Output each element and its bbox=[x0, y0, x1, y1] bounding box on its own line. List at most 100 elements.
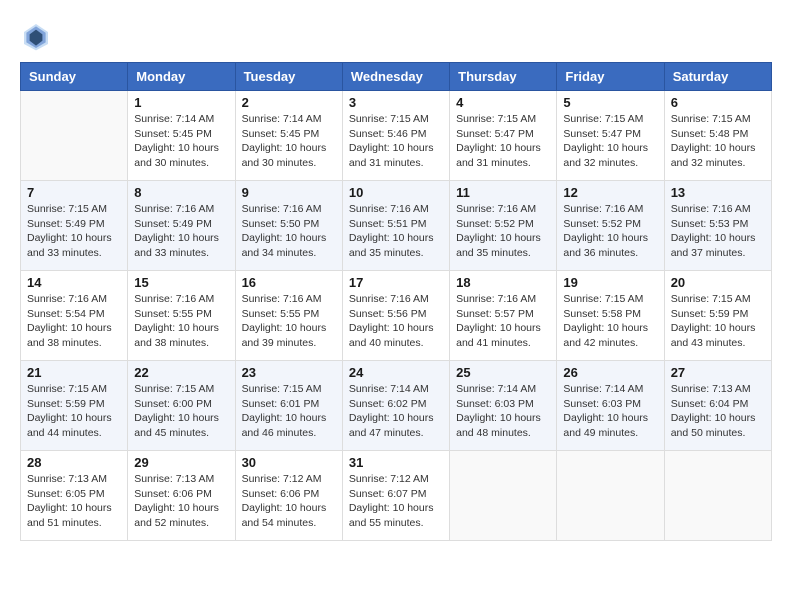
weekday-header-friday: Friday bbox=[557, 63, 664, 91]
day-number: 31 bbox=[349, 455, 443, 470]
week-row-5: 28 Sunrise: 7:13 AMSunset: 6:05 PMDayligh… bbox=[21, 451, 772, 541]
calendar-cell: 4Sunrise: 7:15 AMSunset: 5:47 PMDaylight… bbox=[450, 91, 557, 181]
weekday-header-monday: Monday bbox=[128, 63, 235, 91]
day-number: 8 bbox=[134, 185, 228, 200]
weekday-header-saturday: Saturday bbox=[664, 63, 771, 91]
day-number: 14 bbox=[27, 275, 121, 290]
calendar-cell: 19 Sunrise: 7:15 AMSunset: 5:58 PMDayligh… bbox=[557, 271, 664, 361]
weekday-header-thursday: Thursday bbox=[450, 63, 557, 91]
calendar-cell: 20 Sunrise: 7:15 AMSunset: 5:59 PMDayligh… bbox=[664, 271, 771, 361]
logo bbox=[20, 20, 56, 52]
day-number: 20 bbox=[671, 275, 765, 290]
day-info: Sunrise: 7:15 AMSunset: 5:47 PMDaylight:… bbox=[563, 112, 657, 171]
calendar-cell: 28 Sunrise: 7:13 AMSunset: 6:05 PMDayligh… bbox=[21, 451, 128, 541]
day-number: 23 bbox=[242, 365, 336, 380]
day-number: 4 bbox=[456, 95, 550, 110]
calendar-cell: 25 Sunrise: 7:14 AMSunset: 6:03 PMDayligh… bbox=[450, 361, 557, 451]
day-info: Sunrise: 7:12 AMSunset: 6:07 PMDaylight:… bbox=[349, 472, 443, 531]
week-row-4: 21 Sunrise: 7:15 AMSunset: 5:59 PMDayligh… bbox=[21, 361, 772, 451]
day-info: Sunrise: 7:16 AMSunset: 5:57 PMDaylight:… bbox=[456, 292, 550, 351]
calendar-cell: 26 Sunrise: 7:14 AMSunset: 6:03 PMDayligh… bbox=[557, 361, 664, 451]
weekday-header-tuesday: Tuesday bbox=[235, 63, 342, 91]
day-number: 27 bbox=[671, 365, 765, 380]
day-info: Sunrise: 7:16 AMSunset: 5:53 PMDaylight:… bbox=[671, 202, 765, 261]
day-info: Sunrise: 7:13 AMSunset: 6:06 PMDaylight:… bbox=[134, 472, 228, 531]
day-info: Sunrise: 7:16 AMSunset: 5:54 PMDaylight:… bbox=[27, 292, 121, 351]
calendar-cell: 22 Sunrise: 7:15 AMSunset: 6:00 PMDayligh… bbox=[128, 361, 235, 451]
calendar-cell: 3Sunrise: 7:15 AMSunset: 5:46 PMDaylight… bbox=[342, 91, 449, 181]
day-number: 18 bbox=[456, 275, 550, 290]
day-number: 9 bbox=[242, 185, 336, 200]
day-number: 6 bbox=[671, 95, 765, 110]
day-number: 16 bbox=[242, 275, 336, 290]
logo-icon bbox=[20, 20, 52, 52]
day-info: Sunrise: 7:16 AMSunset: 5:55 PMDaylight:… bbox=[134, 292, 228, 351]
day-info: Sunrise: 7:15 AMSunset: 5:59 PMDaylight:… bbox=[671, 292, 765, 351]
day-number: 28 bbox=[27, 455, 121, 470]
calendar-cell: 18 Sunrise: 7:16 AMSunset: 5:57 PMDayligh… bbox=[450, 271, 557, 361]
day-number: 12 bbox=[563, 185, 657, 200]
day-info: Sunrise: 7:13 AMSunset: 6:04 PMDaylight:… bbox=[671, 382, 765, 441]
day-info: Sunrise: 7:16 AMSunset: 5:49 PMDaylight:… bbox=[134, 202, 228, 261]
day-number: 19 bbox=[563, 275, 657, 290]
day-info: Sunrise: 7:15 AMSunset: 6:00 PMDaylight:… bbox=[134, 382, 228, 441]
day-number: 25 bbox=[456, 365, 550, 380]
calendar-cell bbox=[21, 91, 128, 181]
calendar-cell: 8 Sunrise: 7:16 AMSunset: 5:49 PMDaylight… bbox=[128, 181, 235, 271]
day-info: Sunrise: 7:14 AMSunset: 6:03 PMDaylight:… bbox=[456, 382, 550, 441]
calendar-cell: 12 Sunrise: 7:16 AMSunset: 5:52 PMDayligh… bbox=[557, 181, 664, 271]
calendar-cell: 6 Sunrise: 7:15 AMSunset: 5:48 PMDaylight… bbox=[664, 91, 771, 181]
day-number: 17 bbox=[349, 275, 443, 290]
day-info: Sunrise: 7:14 AMSunset: 6:03 PMDaylight:… bbox=[563, 382, 657, 441]
day-number: 10 bbox=[349, 185, 443, 200]
day-info: Sunrise: 7:15 AMSunset: 5:49 PMDaylight:… bbox=[27, 202, 121, 261]
day-number: 11 bbox=[456, 185, 550, 200]
calendar-cell: 10 Sunrise: 7:16 AMSunset: 5:51 PMDayligh… bbox=[342, 181, 449, 271]
day-number: 21 bbox=[27, 365, 121, 380]
calendar-cell: 9 Sunrise: 7:16 AMSunset: 5:50 PMDaylight… bbox=[235, 181, 342, 271]
calendar-cell: 11 Sunrise: 7:16 AMSunset: 5:52 PMDayligh… bbox=[450, 181, 557, 271]
calendar-cell: 31 Sunrise: 7:12 AMSunset: 6:07 PMDayligh… bbox=[342, 451, 449, 541]
calendar-cell: 13 Sunrise: 7:16 AMSunset: 5:53 PMDayligh… bbox=[664, 181, 771, 271]
day-number: 1 bbox=[134, 95, 228, 110]
calendar-cell: 21 Sunrise: 7:15 AMSunset: 5:59 PMDayligh… bbox=[21, 361, 128, 451]
day-info: Sunrise: 7:15 AMSunset: 5:59 PMDaylight:… bbox=[27, 382, 121, 441]
day-number: 7 bbox=[27, 185, 121, 200]
week-row-1: 1 Sunrise: 7:14 AMSunset: 5:45 PMDaylight… bbox=[21, 91, 772, 181]
day-number: 26 bbox=[563, 365, 657, 380]
day-info: Sunrise: 7:16 AMSunset: 5:52 PMDaylight:… bbox=[563, 202, 657, 261]
day-number: 30 bbox=[242, 455, 336, 470]
day-info: Sunrise: 7:16 AMSunset: 5:51 PMDaylight:… bbox=[349, 202, 443, 261]
calendar-cell: 2Sunrise: 7:14 AMSunset: 5:45 PMDaylight… bbox=[235, 91, 342, 181]
day-info: Sunrise: 7:16 AMSunset: 5:55 PMDaylight:… bbox=[242, 292, 336, 351]
calendar-cell: 5 Sunrise: 7:15 AMSunset: 5:47 PMDaylight… bbox=[557, 91, 664, 181]
calendar-cell: 24 Sunrise: 7:14 AMSunset: 6:02 PMDayligh… bbox=[342, 361, 449, 451]
day-info: Sunrise: 7:14 AMSunset: 6:02 PMDaylight:… bbox=[349, 382, 443, 441]
day-number: 13 bbox=[671, 185, 765, 200]
day-info: Sunrise: 7:16 AMSunset: 5:52 PMDaylight:… bbox=[456, 202, 550, 261]
day-info: Sunrise: 7:12 AMSunset: 6:06 PMDaylight:… bbox=[242, 472, 336, 531]
calendar-table: SundayMondayTuesdayWednesdayThursdayFrid… bbox=[20, 62, 772, 541]
day-number: 15 bbox=[134, 275, 228, 290]
calendar-cell: 27 Sunrise: 7:13 AMSunset: 6:04 PMDayligh… bbox=[664, 361, 771, 451]
calendar-cell: 30 Sunrise: 7:12 AMSunset: 6:06 PMDayligh… bbox=[235, 451, 342, 541]
day-number: 24 bbox=[349, 365, 443, 380]
calendar-cell: 1 Sunrise: 7:14 AMSunset: 5:45 PMDaylight… bbox=[128, 91, 235, 181]
day-info: Sunrise: 7:13 AMSunset: 6:05 PMDaylight:… bbox=[27, 472, 121, 531]
day-info: Sunrise: 7:16 AMSunset: 5:50 PMDaylight:… bbox=[242, 202, 336, 261]
day-number: 5 bbox=[563, 95, 657, 110]
day-number: 3 bbox=[349, 95, 443, 110]
day-info: Sunrise: 7:16 AMSunset: 5:56 PMDaylight:… bbox=[349, 292, 443, 351]
calendar-cell bbox=[664, 451, 771, 541]
calendar-cell: 17 Sunrise: 7:16 AMSunset: 5:56 PMDayligh… bbox=[342, 271, 449, 361]
calendar-cell: 15 Sunrise: 7:16 AMSunset: 5:55 PMDayligh… bbox=[128, 271, 235, 361]
day-info: Sunrise: 7:14 AMSunset: 5:45 PMDaylight:… bbox=[134, 112, 228, 171]
day-number: 22 bbox=[134, 365, 228, 380]
weekday-header-row: SundayMondayTuesdayWednesdayThursdayFrid… bbox=[21, 63, 772, 91]
day-info: Sunrise: 7:15 AMSunset: 5:48 PMDaylight:… bbox=[671, 112, 765, 171]
calendar-cell: 23Sunrise: 7:15 AMSunset: 6:01 PMDayligh… bbox=[235, 361, 342, 451]
calendar-cell: 7 Sunrise: 7:15 AMSunset: 5:49 PMDaylight… bbox=[21, 181, 128, 271]
day-number: 29 bbox=[134, 455, 228, 470]
day-info: Sunrise: 7:15 AMSunset: 5:58 PMDaylight:… bbox=[563, 292, 657, 351]
weekday-header-sunday: Sunday bbox=[21, 63, 128, 91]
